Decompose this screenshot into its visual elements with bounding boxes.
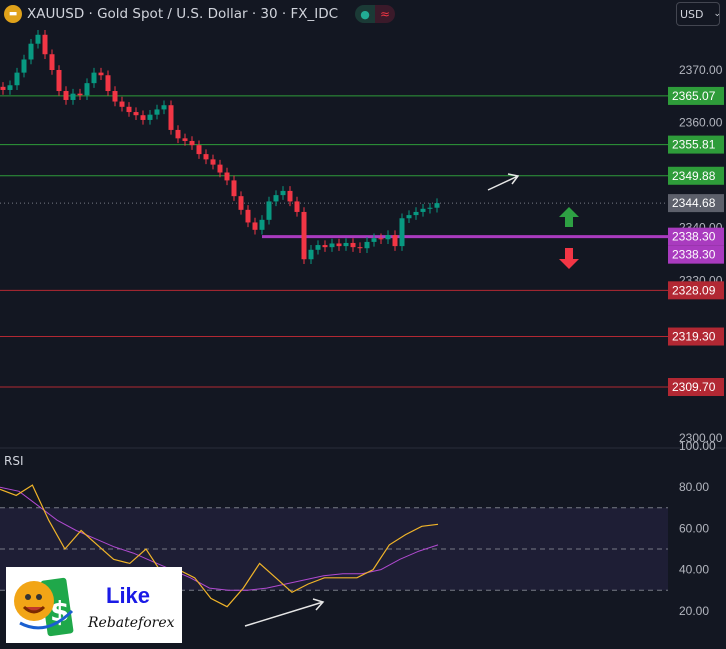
candle-body [154, 109, 160, 115]
pivot-price-label: 2338.30 [672, 230, 716, 244]
candle-body [126, 106, 132, 113]
currency-select[interactable]: USD ⌄ [676, 2, 722, 26]
candle-body [21, 59, 27, 73]
candle-body [182, 138, 188, 141]
candle-body [350, 242, 356, 248]
candle-body [189, 140, 195, 146]
rsi-axis-tick: 60.00 [679, 521, 709, 535]
candle-body [70, 93, 76, 100]
candle-body [343, 242, 349, 247]
market-status[interactable]: ● ≈ [355, 5, 396, 23]
candle-body [168, 105, 174, 130]
brand-like: Like [106, 583, 151, 608]
candle-body [434, 203, 440, 208]
candle-body [63, 91, 69, 100]
support-price-label: 2319.30 [672, 330, 716, 344]
candle-body [35, 34, 41, 44]
candle-body [91, 72, 97, 84]
candle-body [315, 245, 321, 250]
rsi-axis-tick: 20.00 [679, 604, 709, 618]
candle-body [392, 235, 398, 247]
candle-body [245, 209, 251, 223]
data-delay-icon: ≈ [375, 5, 396, 23]
candle-body [406, 215, 412, 219]
candle-body [336, 243, 342, 247]
thumbs-up-emoji-icon: $ [14, 577, 74, 637]
rsi-axis-tick: 80.00 [679, 480, 709, 494]
candle-body [385, 235, 391, 240]
candle-body [238, 196, 244, 210]
price-axis-tick: 2370.00 [679, 63, 723, 77]
candle-body [364, 241, 370, 249]
up-arrow-icon [559, 207, 579, 227]
candle-body [308, 249, 314, 260]
candle-body [273, 195, 279, 202]
candle-body [84, 83, 90, 96]
candle-body [28, 43, 34, 60]
support-price-label: 2328.09 [672, 283, 716, 297]
candle-body [322, 245, 328, 248]
candle-body [119, 101, 125, 107]
candle-body [399, 218, 405, 247]
resistance-price-label: 2355.81 [672, 138, 716, 152]
candle-body [161, 105, 167, 110]
candle-body [112, 91, 118, 102]
candle-body [0, 86, 6, 90]
chevron-down-icon: ⌄ [713, 9, 722, 19]
currency-value: USD [680, 7, 704, 21]
brand-logo: $ Like Rebateforex [6, 567, 182, 643]
candle-body [42, 34, 48, 55]
candle-body [175, 129, 181, 139]
price-axis-tick: 2360.00 [679, 116, 723, 130]
candle-body [147, 114, 153, 120]
candle-body [371, 238, 377, 242]
chart-canvas[interactable]: 2370.002360.002350.002340.002330.002300.… [0, 0, 726, 649]
candle-body [98, 72, 104, 76]
candle-body [357, 247, 363, 249]
candle-body [203, 154, 209, 160]
candle-body [259, 219, 265, 230]
rsi-axis-tick: 100.00 [679, 439, 716, 453]
candle-body [105, 75, 111, 92]
divergence-arrow-icon [244, 598, 325, 627]
candle-body [413, 211, 419, 216]
support-price-label: 2309.70 [672, 380, 716, 394]
candle-body [378, 238, 384, 240]
down-arrow-icon [559, 248, 579, 269]
candle-body [280, 190, 286, 196]
candle-body [196, 145, 202, 155]
market-open-dot-icon: ● [355, 5, 376, 23]
candle-body [140, 115, 146, 120]
candle-body [266, 201, 272, 220]
brand-name: Rebateforex [88, 615, 175, 631]
resistance-price-label: 2349.88 [672, 169, 716, 183]
gold-symbol-icon: ▬ [4, 5, 22, 23]
candle-body [56, 70, 62, 92]
candle-body [287, 190, 293, 202]
symbol-title: XAUUSD · Gold Spot / U.S. Dollar · 30 · … [27, 6, 339, 22]
candle-body [133, 112, 139, 116]
candle-body [14, 72, 20, 86]
candle-body [231, 180, 237, 197]
candle-body [210, 159, 216, 165]
resistance-price-label: 2365.07 [672, 89, 716, 103]
candle-body [252, 222, 258, 230]
candle-body [7, 85, 13, 90]
candle-body [420, 208, 426, 212]
candle-body [301, 211, 307, 260]
candle-body [217, 164, 223, 173]
candle-body [49, 54, 55, 70]
rsi-axis-tick: 40.00 [679, 563, 709, 577]
rsi-title: RSI [4, 454, 24, 468]
candle-body [329, 243, 335, 248]
pivot-price-label: 2338.30 [672, 248, 716, 262]
candle-body [224, 172, 230, 181]
candle-body [427, 207, 433, 209]
symbol-header[interactable]: ▬ XAUUSD · Gold Spot / U.S. Dollar · 30 … [4, 4, 396, 24]
last-price-label: 2344.68 [672, 196, 716, 210]
trend-arrow-icon [487, 173, 520, 191]
candle-body [294, 201, 300, 212]
candle-body [77, 93, 83, 96]
